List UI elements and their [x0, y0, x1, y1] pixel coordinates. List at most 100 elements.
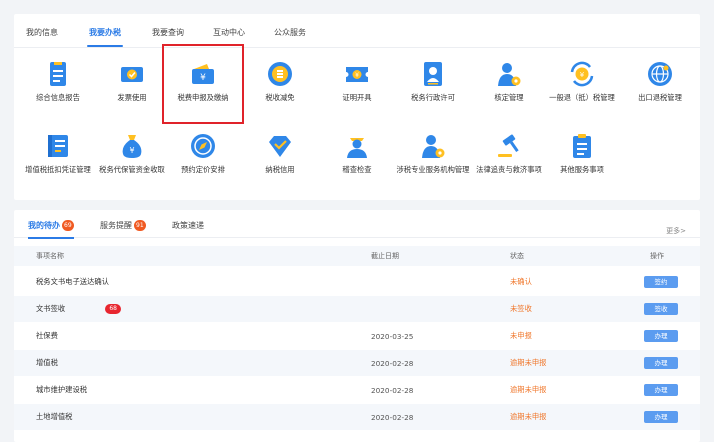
row-status: 未签收 — [510, 304, 532, 313]
service-general-refund[interactable]: ¥ 一般退（抵）税管理 — [544, 60, 620, 104]
certificate-icon: ¥ — [346, 67, 368, 82]
table-row: 文书签收 68 未签收 签收 — [14, 296, 700, 322]
money-bag-icon: ¥ — [122, 135, 142, 158]
svg-text:¥: ¥ — [355, 72, 359, 79]
service-vat-deduction[interactable]: 增值税抵扣凭证管理 — [20, 132, 96, 176]
todo-panel: 我的待办 69 服务提醒 91 政策速递 更多> 事项名称 截止日期 状态 操作 税… — [14, 210, 700, 442]
service-panel: 我的信息 我要办税 我要查询 互动中心 公众服务 综合信息报告 发票使用 ¥ 税… — [14, 14, 700, 200]
tab-label: 我的待办 — [28, 221, 60, 230]
todo-tab-bar: 我的待办 69 服务提醒 91 政策速递 — [14, 218, 700, 239]
service-invoice[interactable]: 发票使用 — [94, 60, 170, 104]
table-row: 城市维护建设税 2020-02-28 逾期未申报 办理 — [14, 377, 700, 403]
sign-button[interactable]: 签约 — [644, 276, 678, 288]
row-status: 逾期未申报 — [510, 412, 547, 421]
service-label: 出口退税管理 — [638, 93, 682, 102]
globe-icon — [648, 62, 672, 86]
service-inspection[interactable]: 稽查检查 — [319, 132, 395, 176]
row-count-badge: 68 — [105, 304, 122, 314]
tab-my-todo[interactable]: 我的待办 69 — [28, 220, 74, 239]
service-other[interactable]: 其他服务事项 — [544, 132, 620, 176]
row-name: 土地增值税 — [36, 412, 73, 421]
row-date: 2020-03-25 — [371, 331, 414, 341]
table-row: 税务文书电子送达确认 未确认 签约 — [14, 269, 700, 295]
inspector-icon — [347, 138, 367, 158]
service-label: 发票使用 — [117, 93, 147, 102]
service-label: 综合信息报告 — [36, 93, 80, 102]
service-tax-credit[interactable]: 纳税信用 — [242, 132, 318, 176]
table-row: 增值税 2020-02-28 逾期未申报 办理 — [14, 350, 700, 376]
user-gear-icon — [498, 63, 521, 86]
header-action: 操作 — [650, 252, 664, 260]
service-label: 税务行政许可 — [411, 93, 455, 102]
table-row: 社保费 2020-03-25 未申报 办理 — [14, 323, 700, 349]
row-name-cell: 文书签收 68 — [36, 296, 122, 322]
receive-button[interactable]: 签收 — [644, 303, 678, 315]
tab-service-reminder[interactable]: 服务提醒 91 — [100, 220, 146, 238]
invoice-icon — [121, 67, 143, 82]
row-status: 未确认 — [510, 277, 532, 286]
svg-text:¥: ¥ — [129, 146, 134, 155]
handle-button[interactable]: 办理 — [644, 411, 678, 423]
tab-public-service[interactable]: 公众服务 — [274, 26, 306, 48]
refund-yuan-icon: ¥ — [570, 61, 594, 87]
service-legal-remedy[interactable]: 法律追责与救济事项 — [471, 132, 547, 176]
header-item-name: 事项名称 — [36, 252, 64, 260]
service-custody-funds[interactable]: ¥ 税务代保管资金收取 — [94, 132, 170, 176]
row-date: 2020-02-28 — [371, 412, 414, 422]
handle-button[interactable]: 办理 — [644, 330, 678, 342]
service-label: 法律追责与救济事项 — [476, 165, 542, 174]
id-badge-icon — [424, 62, 442, 86]
gavel-icon — [498, 134, 519, 157]
service-label: 稽查检查 — [342, 165, 372, 174]
clipboard-icon — [573, 134, 591, 158]
ledger-icon — [48, 135, 68, 157]
service-certificate[interactable]: ¥ 证明开具 — [319, 60, 395, 104]
service-label: 纳税信用 — [265, 165, 295, 174]
handle-button[interactable]: 办理 — [644, 384, 678, 396]
row-name: 城市维护建设税 — [36, 385, 88, 394]
row-name: 税务文书电子送达确认 — [36, 277, 109, 286]
row-status: 未申报 — [510, 331, 532, 340]
todo-count-badge: 69 — [62, 220, 74, 231]
row-date: 2020-02-28 — [371, 385, 414, 395]
service-label: 涉税专业服务机构管理 — [396, 165, 470, 174]
tab-policy-express[interactable]: 政策速递 — [172, 220, 204, 238]
reminder-count-badge: 91 — [134, 220, 146, 231]
service-label: 一般退（抵）税管理 — [549, 93, 615, 102]
service-info-report[interactable]: 综合信息报告 — [20, 60, 96, 104]
svg-text:¥: ¥ — [580, 71, 585, 79]
handle-button[interactable]: 办理 — [644, 357, 678, 369]
table-header: 事项名称 截止日期 状态 操作 — [14, 246, 700, 266]
more-link[interactable]: 更多> — [666, 226, 686, 236]
row-status: 逾期未申报 — [510, 385, 547, 394]
service-label: 税收减免 — [265, 93, 295, 102]
header-deadline: 截止日期 — [371, 252, 399, 260]
row-name: 社保费 — [36, 331, 58, 340]
row-name: 文书签收 — [36, 304, 66, 313]
row-name: 增值税 — [36, 358, 58, 367]
tab-tax-handling[interactable]: 我要办税 — [87, 26, 123, 48]
service-label: 其他服务事项 — [560, 165, 604, 174]
service-admin-license[interactable]: 税务行政许可 — [395, 60, 471, 104]
agency-user-icon — [422, 135, 445, 158]
row-date: 2020-02-28 — [371, 358, 414, 368]
row-status: 逾期未申报 — [510, 358, 547, 367]
diamond-check-icon — [269, 136, 291, 157]
tab-my-info[interactable]: 我的信息 — [26, 26, 58, 48]
report-doc-icon — [50, 62, 66, 86]
coin-stack-icon — [268, 62, 292, 86]
service-professional-agency[interactable]: 涉税专业服务机构管理 — [395, 132, 471, 176]
service-label: 证明开具 — [342, 93, 372, 102]
highlight-box — [162, 44, 244, 124]
service-export-refund[interactable]: 出口退税管理 — [622, 60, 698, 104]
compass-icon — [191, 134, 215, 158]
service-tax-reduction[interactable]: 税收减免 — [242, 60, 318, 104]
service-label: 增值税抵扣凭证管理 — [25, 165, 91, 174]
service-pricing-arrangement[interactable]: 预约定价安排 — [165, 132, 241, 176]
main-tab-bar: 我的信息 我要办税 我要查询 互动中心 公众服务 — [14, 26, 700, 48]
tab-label: 服务提醒 — [100, 221, 132, 230]
service-label: 核定管理 — [494, 93, 524, 102]
service-assessment[interactable]: 核定管理 — [471, 60, 547, 104]
header-status: 状态 — [510, 252, 524, 260]
service-label: 税务代保管资金收取 — [99, 165, 165, 174]
